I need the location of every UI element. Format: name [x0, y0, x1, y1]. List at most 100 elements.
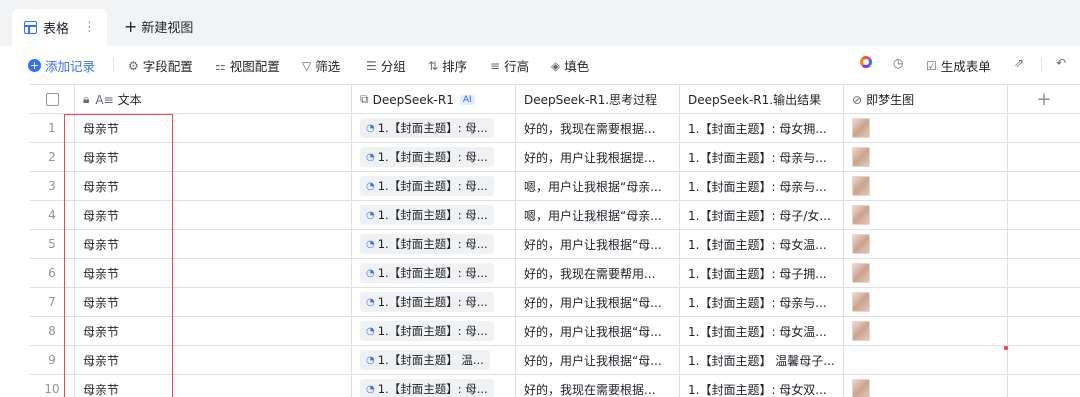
image-cell[interactable] [844, 172, 1008, 200]
image-thumbnail[interactable] [852, 205, 870, 225]
select-all-cell[interactable] [30, 85, 75, 114]
table-row[interactable]: 1 母亲节 ◔ 1.【封面主题】: 母... 好的，我现在需要根据... 1.【封… [30, 114, 1080, 143]
output-cell[interactable]: 1.【封面主题】: 母子/女... [680, 201, 844, 229]
ai-result-chip[interactable]: ◔ 1.【封面主题】: 母... [360, 176, 494, 196]
text-cell[interactable]: 母亲节 [75, 317, 352, 345]
image-cell[interactable] [844, 375, 1008, 397]
ai-result-chip[interactable]: ◔ 1.【封面主题】: 母... [360, 118, 494, 138]
image-thumbnail[interactable] [852, 176, 870, 196]
history-button[interactable]: ◷ [893, 56, 907, 70]
output-cell[interactable]: 1.【封面主题】: 母女双... [680, 375, 844, 397]
image-thumbnail[interactable] [852, 379, 870, 397]
ai-cell[interactable]: ◔ 1.【封面主题】: 母... [352, 143, 516, 171]
ai-cell[interactable]: ◔ 1.【封面主题】: 母... [352, 114, 516, 142]
ai-result-chip[interactable]: ◔ 1.【封面主题】: 母... [360, 234, 494, 254]
image-thumbnail[interactable] [852, 234, 870, 254]
ai-cell[interactable]: ◔ 1.【封面主题】: 母... [352, 230, 516, 258]
text-cell[interactable]: 母亲节 [75, 259, 352, 287]
output-cell[interactable]: 1.【封面主题】: 母女温... [680, 230, 844, 258]
ai-result-chip[interactable]: ◔ 1.【封面主题】: 母... [360, 263, 494, 283]
thinking-cell[interactable]: 好的，我现在需要帮用... [516, 259, 680, 287]
column-header-image[interactable]: ⊘ 即梦生图 [844, 85, 1008, 114]
image-thumbnail[interactable] [852, 292, 870, 312]
thinking-cell[interactable]: 好的，用户让我根据提... [516, 143, 680, 171]
share-button[interactable]: ⇗ [1014, 56, 1028, 70]
ai-cell[interactable]: ◔ 1.【封面主题】: 母... [352, 317, 516, 345]
table-row[interactable]: 5 母亲节 ◔ 1.【封面主题】: 母... 好的，用户让我根据“母... 1.【… [30, 230, 1080, 259]
filter-button[interactable]: ▽ 筛选 [302, 56, 340, 75]
ai-result-chip[interactable]: ◔ 1.【封面主题】 温... [360, 350, 490, 370]
ai-cell[interactable]: ◔ 1.【封面主题】: 母... [352, 288, 516, 316]
row-height-button[interactable]: ≡ 行高 [490, 56, 529, 75]
image-cell[interactable] [844, 259, 1008, 287]
generate-form-button[interactable]: ☑ 生成表单 [926, 56, 991, 75]
table-row[interactable]: 8 母亲节 ◔ 1.【封面主题】: 母... 好的，用户让我根据“母... 1.【… [30, 317, 1080, 346]
text-cell[interactable]: 母亲节 [75, 375, 352, 397]
image-thumbnail[interactable] [852, 147, 870, 167]
ai-cell[interactable]: ◔ 1.【封面主题】: 母... [352, 375, 516, 397]
thinking-cell[interactable]: 嗯，用户让我根据“母亲... [516, 201, 680, 229]
ai-assistant-button[interactable] [860, 56, 872, 68]
output-cell[interactable]: 1.【封面主题】: 母亲与... [680, 143, 844, 171]
table-row[interactable]: 3 母亲节 ◔ 1.【封面主题】: 母... 嗯，用户让我根据“母亲... 1.【… [30, 172, 1080, 201]
ai-cell[interactable]: ◔ 1.【封面主题】: 母... [352, 201, 516, 229]
table-row[interactable]: 9 母亲节 ◔ 1.【封面主题】 温... 好的，用户让我根据“母... 1.【封… [30, 346, 1080, 375]
ai-result-chip[interactable]: ◔ 1.【封面主题】: 母... [360, 292, 494, 312]
output-cell[interactable]: 1.【封面主题】 温馨母子... [680, 346, 844, 374]
fill-color-button[interactable]: ◈ 填色 [551, 56, 589, 75]
thinking-cell[interactable]: 好的，用户让我根据“母... [516, 317, 680, 345]
image-cell[interactable] [844, 201, 1008, 229]
sort-button[interactable]: ⇅ 排序 [428, 56, 467, 75]
select-all-checkbox[interactable] [45, 93, 59, 106]
text-cell[interactable]: 母亲节 [75, 143, 352, 171]
image-thumbnail[interactable] [852, 118, 870, 138]
ai-result-chip[interactable]: ◔ 1.【封面主题】: 母... [360, 379, 494, 397]
image-cell[interactable] [844, 288, 1008, 316]
table-row[interactable]: 7 母亲节 ◔ 1.【封面主题】: 母... 好的，用户让我根据“母... 1.【… [30, 288, 1080, 317]
thinking-cell[interactable]: 好的，我现在需要根据... [516, 114, 680, 142]
text-cell[interactable]: 母亲节 [75, 230, 352, 258]
table-row[interactable]: 4 母亲节 ◔ 1.【封面主题】: 母... 嗯，用户让我根据“母亲... 1.【… [30, 201, 1080, 230]
new-view-button[interactable]: + 新建视图 [124, 17, 193, 36]
column-header-deepseek[interactable]: ⧉ DeepSeek-R1 AI [352, 85, 516, 114]
thinking-cell[interactable]: 好的，我现在需要根据... [516, 375, 680, 397]
add-column-button[interactable]: + [1008, 85, 1080, 114]
ai-cell[interactable]: ◔ 1.【封面主题】: 母... [352, 172, 516, 200]
image-cell[interactable] [844, 230, 1008, 258]
image-thumbnail[interactable] [852, 321, 870, 341]
column-header-output[interactable]: DeepSeek-R1.输出结果 [680, 85, 844, 114]
image-cell[interactable] [844, 317, 1008, 345]
ai-result-chip[interactable]: ◔ 1.【封面主题】: 母... [360, 147, 494, 167]
field-config-button[interactable]: ⚙ 字段配置 [128, 56, 193, 75]
column-header-thinking[interactable]: DeepSeek-R1.思考过程 [516, 85, 680, 114]
output-cell[interactable]: 1.【封面主题】: 母女温... [680, 317, 844, 345]
ai-cell[interactable]: ◔ 1.【封面主题】: 母... [352, 259, 516, 287]
ai-result-chip[interactable]: ◔ 1.【封面主题】: 母... [360, 205, 494, 225]
thinking-cell[interactable]: 好的，用户让我根据“母... [516, 230, 680, 258]
output-cell[interactable]: 1.【封面主题】: 母亲与... [680, 172, 844, 200]
thinking-cell[interactable]: 嗯，用户让我根据“母亲... [516, 172, 680, 200]
add-record-button[interactable]: + 添加记录 [28, 56, 95, 75]
table-row[interactable]: 2 母亲节 ◔ 1.【封面主题】: 母... 好的，用户让我根据提... 1.【封… [30, 143, 1080, 172]
column-header-text[interactable]: 🔒︎ A≡ 文本 [75, 85, 352, 114]
image-thumbnail[interactable] [852, 263, 870, 283]
table-row[interactable]: 6 母亲节 ◔ 1.【封面主题】: 母... 好的，我现在需要帮用... 1.【封… [30, 259, 1080, 288]
thinking-cell[interactable]: 好的，用户让我根据“母... [516, 346, 680, 374]
image-cell[interactable] [844, 346, 1008, 374]
text-cell[interactable]: 母亲节 [75, 172, 352, 200]
text-cell[interactable]: 母亲节 [75, 288, 352, 316]
tab-table[interactable]: 表格 ⋮ [12, 9, 107, 46]
output-cell[interactable]: 1.【封面主题】: 母亲与... [680, 288, 844, 316]
text-cell[interactable]: 母亲节 [75, 346, 352, 374]
view-config-button[interactable]: ⚏ 视图配置 [215, 56, 280, 75]
thinking-cell[interactable]: 好的，用户让我根据“母... [516, 288, 680, 316]
output-cell[interactable]: 1.【封面主题】: 母子拥... [680, 259, 844, 287]
ai-cell[interactable]: ◔ 1.【封面主题】 温... [352, 346, 516, 374]
image-cell[interactable] [844, 143, 1008, 171]
table-row[interactable]: 10 母亲节 ◔ 1.【封面主题】: 母... 好的，我现在需要根据... 1.【… [30, 375, 1080, 397]
text-cell[interactable]: 母亲节 [75, 201, 352, 229]
more-vertical-icon[interactable]: ⋮ [83, 20, 96, 35]
text-cell[interactable]: 母亲节 [75, 114, 352, 142]
ai-result-chip[interactable]: ◔ 1.【封面主题】: 母... [360, 321, 494, 341]
image-cell[interactable] [844, 114, 1008, 142]
